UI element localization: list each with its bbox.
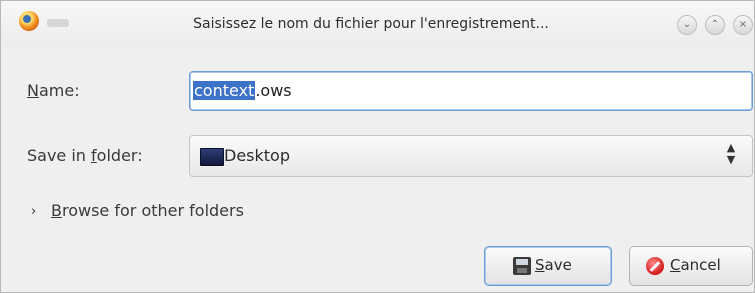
filename-extension: .ows [255, 81, 292, 100]
window-title: Saisissez le nom du fichier pour l'enreg… [193, 16, 549, 32]
browse-label-rest: rowse for other folders [61, 201, 244, 220]
title-bar[interactable]: Saisissez le nom du fichier pour l'enreg… [1, 1, 754, 47]
close-button[interactable]: × [733, 15, 753, 35]
save-dialog: Saisissez le nom du fichier pour l'enreg… [0, 0, 755, 293]
chevron-up-icon: ⌃ [710, 19, 720, 30]
save-in-folder-label: Save in folder: [27, 146, 143, 165]
cancel-rest: ancel [680, 256, 721, 274]
save-in-folder-prefix: Save in [27, 146, 92, 165]
floppy-disk-icon [513, 257, 531, 275]
cancel-button[interactable]: Cancel [629, 246, 753, 286]
browse-label: Browse for other folders [51, 201, 244, 220]
filename-input[interactable]: context.ows [189, 71, 753, 111]
browse-label-mnemonic: B [51, 201, 62, 220]
desktop-folder-icon [200, 148, 224, 166]
expander-arrow-icon: › [31, 204, 37, 219]
name-label: Name: [27, 81, 80, 100]
updown-chevron-icon: ▲ ▼ [726, 141, 736, 166]
maximize-button[interactable]: ⌃ [705, 15, 725, 35]
close-icon: × [738, 19, 748, 30]
filename-value: context.ows [193, 81, 292, 100]
cancel-icon [646, 257, 664, 275]
name-label-rest: ame: [38, 81, 80, 100]
cancel-mnemonic: C [670, 256, 681, 274]
save-mnemonic: S [535, 256, 545, 274]
chevron-down-icon: ⌄ [682, 19, 692, 30]
save-in-folder-rest: older: [96, 146, 143, 165]
folder-select[interactable]: Desktop ▲ ▼ [189, 135, 753, 177]
folder-select-value: Desktop [224, 146, 290, 165]
title-bar-decoration [47, 19, 69, 27]
save-button-label: Save [535, 256, 572, 274]
save-rest: ave [544, 256, 572, 274]
cancel-button-label: Cancel [670, 256, 721, 274]
filename-selected-text: context [193, 81, 256, 100]
firefox-icon [19, 11, 39, 31]
minimize-button[interactable]: ⌄ [677, 15, 697, 35]
name-label-mnemonic: N [27, 81, 39, 100]
save-button[interactable]: Save [484, 246, 612, 286]
